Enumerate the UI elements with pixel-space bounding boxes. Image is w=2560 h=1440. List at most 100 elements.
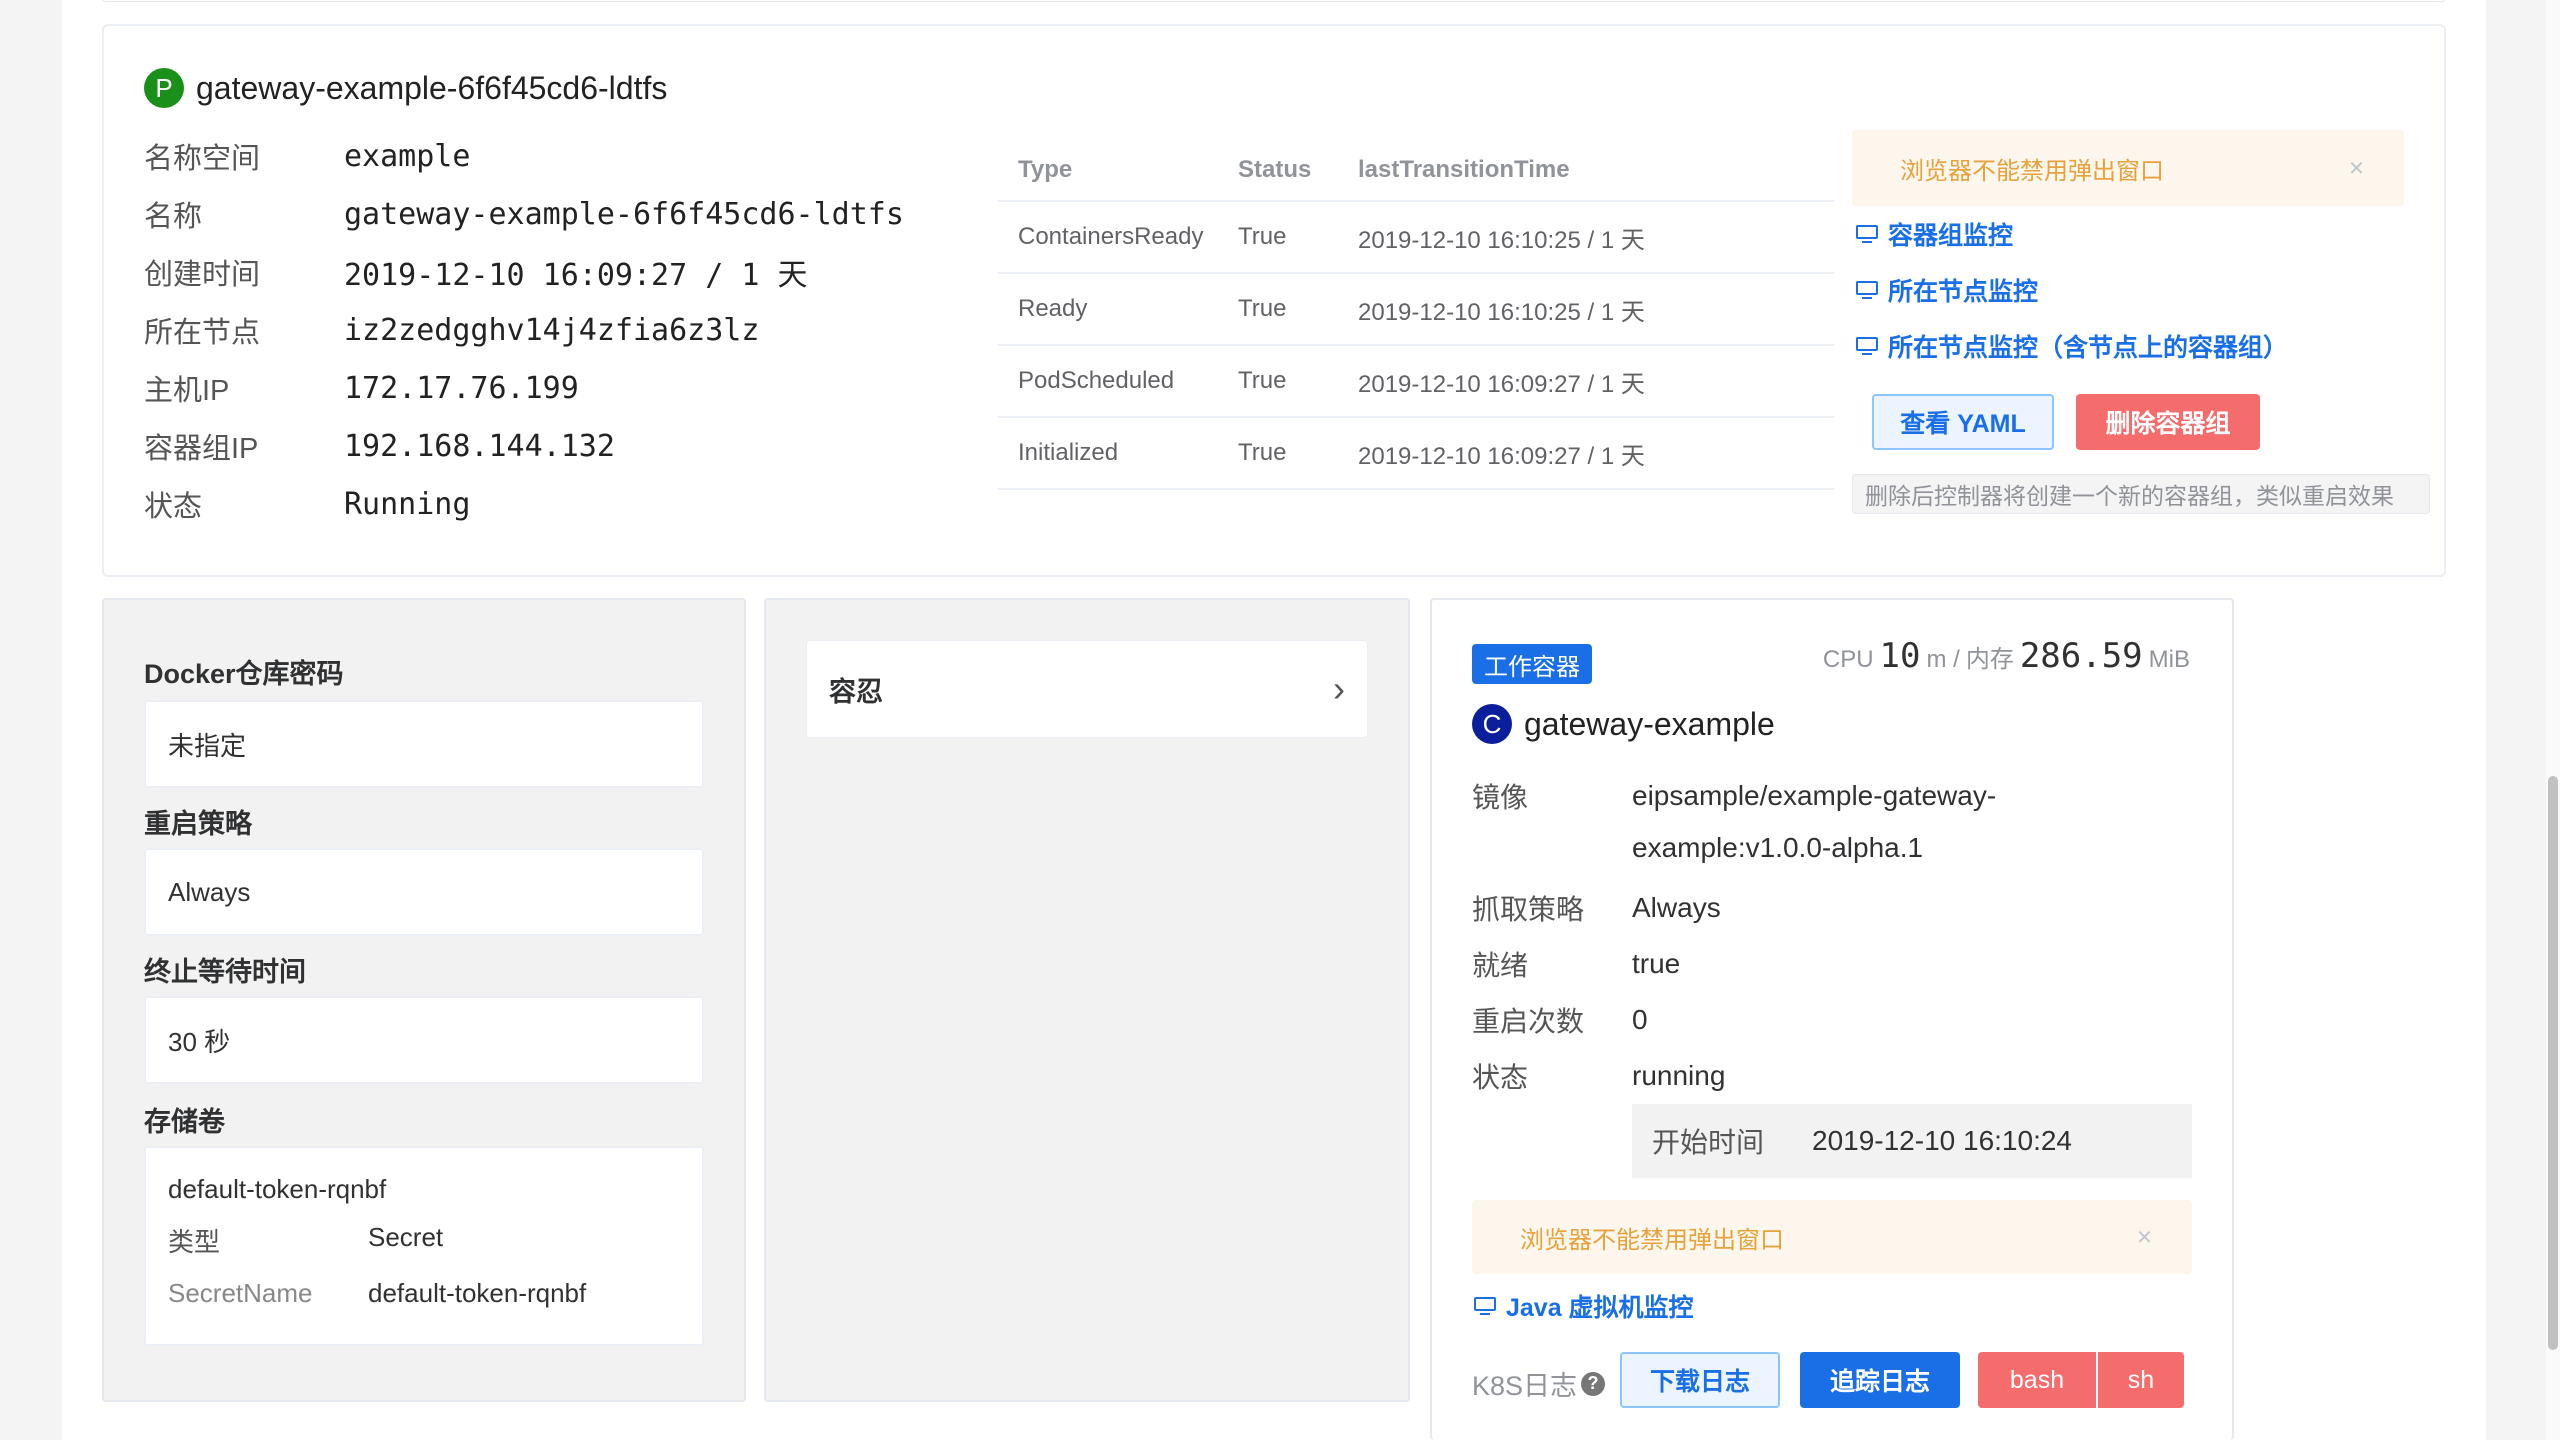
image-value-line2: example:v1.0.0-alpha.1 [1632,832,1924,863]
secret-name-value: default-token-rqnbf [368,1278,587,1308]
cell-type: Initialized [1018,439,1119,466]
container-start-time: 开始时间 2019-12-10 16:10:24 [1632,1104,2192,1178]
k8s-log-label: K8S日志 ? [1472,1364,1606,1403]
container-image-cont: example:v1.0.0-alpha.1 [1632,832,1923,864]
link-node-monitor[interactable]: 所在节点监控 [1856,272,2038,308]
link-label: Java 虚拟机监控 [1506,1294,1694,1322]
field-value: 2019-12-10 16:09:27 / 1 天 [344,258,808,293]
field-value: 192.168.144.132 [344,428,615,464]
volume-name-value: default-token-rqnbf [168,1174,387,1204]
delete-pod-button[interactable]: 删除容器组 [2076,394,2260,450]
cell-type: PodScheduled [1018,367,1175,394]
cell-time: 2019-12-10 16:09:27 / 1 天 [1358,370,1645,398]
popup-warning-alert: 浏览器不能禁用弹出窗口 × [1852,130,2404,206]
container-badge: C [1472,704,1512,744]
monitor-icon [1856,225,1878,243]
cpu-label: CPU [1822,646,1874,673]
work-container-tag: 工作容器 [1472,644,1592,684]
field-label: 创建时间 [144,259,261,291]
container-ready: 就绪 true [1472,944,1680,984]
field-value: iz2zedgghv14j4zfia6z3lz [344,312,760,348]
link-label: 容器组监控 [1888,222,2014,250]
previous-card-edge [102,0,2446,2]
pull-policy-value: Always [1632,892,1721,923]
pod-title: P gateway-example-6f6f45cd6-ldtfs [144,66,667,110]
pull-policy-label: 抓取策略 [1472,894,1585,925]
field-label: 容器组IP [144,433,259,465]
close-icon[interactable]: × [2349,153,2364,184]
restart-policy-value: Always [144,848,704,936]
sh-terminal-button[interactable]: sh [2098,1352,2184,1408]
table-row: ContainersReady True 2019-12-10 16:10:25… [998,202,1834,274]
link-jvm-monitor[interactable]: Java 虚拟机监控 [1474,1288,1694,1324]
docker-secret-label: Docker仓库密码 [144,659,344,689]
monitor-icon [1856,281,1878,299]
field-label: 名称空间 [144,143,261,175]
start-time-label: 开始时间 [1652,1127,1765,1158]
container-popup-alert: 浏览器不能禁用弹出窗口 × [1472,1200,2192,1274]
table-row: PodScheduled True 2019-12-10 16:09:27 / … [998,346,1834,418]
tolerations-collapse[interactable]: 容忍 › [806,640,1368,738]
download-log-button[interactable]: 下载日志 [1620,1352,1780,1408]
restart-policy-label: 重启策略 [144,809,252,839]
pod-status-badge: P [144,68,184,108]
cell-time: 2019-12-10 16:10:25 / 1 天 [1358,298,1645,326]
container-name: gateway-example [1524,705,1775,742]
container-state: 状态 running [1472,1056,1725,1096]
image-value-line1: eipsample/example-gateway- [1632,780,1997,811]
monitor-icon [1856,337,1878,355]
secret-name-label: SecretName [168,1278,313,1308]
ready-label: 就绪 [1472,950,1529,981]
container-restarts: 重启次数 0 [1472,1000,1648,1040]
header-time: lastTransitionTime [1358,156,1570,183]
field-namespace: 名称空间 example [144,136,470,176]
link-label: 所在节点监控 [1888,278,2039,306]
help-icon[interactable]: ? [1581,1371,1606,1396]
cell-time: 2019-12-10 16:09:27 / 1 天 [1358,442,1645,470]
cell-status: True [1238,295,1287,322]
cpu-unit: m / [1926,646,1960,673]
link-pod-monitor[interactable]: 容器组监控 [1856,216,2013,252]
cell-type: ContainersReady [1018,223,1204,250]
field-value: example [344,138,471,174]
field-pod-ip: 容器组IP 192.168.144.132 [144,426,615,466]
alert-text: 浏览器不能禁用弹出窗口 [1520,1226,1784,1254]
bash-terminal-button[interactable]: bash [1978,1352,2096,1408]
view-yaml-button[interactable]: 查看 YAML [1872,394,2054,450]
docker-secret-value: 未指定 [144,700,704,788]
cell-type: Ready [1018,295,1088,322]
restart-count-label: 重启次数 [1472,1006,1585,1037]
tolerations-label: 容忍 [829,676,883,707]
container-pull-policy: 抓取策略 Always [1472,888,1721,928]
field-status: 状态 Running [144,484,470,524]
volume-type-value: Secret [368,1222,444,1252]
memory-label: 内存 [1965,646,2014,673]
cell-status: True [1238,223,1287,250]
close-icon[interactable]: × [2137,1222,2152,1253]
field-label: 状态 [144,491,203,523]
state-label: 状态 [1472,1062,1529,1093]
field-name: 名称 gateway-example-6f6f45cd6-ldtfs [144,194,904,234]
image-label: 镜像 [1472,782,1529,813]
volume-card: default-token-rqnbf 类型 Secret SecretName… [144,1146,704,1346]
cpu-value: 10 [1879,636,1921,676]
volume-type-label: 类型 [168,1227,221,1257]
field-value: gateway-example-6f6f45cd6-ldtfs [344,196,904,232]
memory-unit: MiB [2148,646,2190,673]
field-value: 172.17.76.199 [344,370,579,406]
grace-period-value: 30 秒 [144,996,704,1084]
scrollbar-thumb[interactable] [2548,776,2558,1350]
volume-name: default-token-rqnbf [168,1174,386,1205]
trace-log-button[interactable]: 追踪日志 [1800,1352,1960,1408]
table-row: Initialized True 2019-12-10 16:09:27 / 1… [998,418,1834,490]
delete-hint: 删除后控制器将创建一个新的容器组，类似重启效果 [1852,474,2430,514]
field-label: 主机IP [144,375,230,407]
link-node-monitor-with-pods[interactable]: 所在节点监控（含节点上的容器组） [1856,328,2288,364]
volume-type: 类型 Secret [168,1222,443,1259]
table-row: Ready True 2019-12-10 16:10:25 / 1 天 [998,274,1834,346]
field-label: 名称 [144,201,203,233]
field-created: 创建时间 2019-12-10 16:09:27 / 1 天 [144,252,808,293]
volume-secret-name: SecretName default-token-rqnbf [168,1278,586,1309]
link-label: 所在节点监控（含节点上的容器组） [1888,334,2289,362]
restart-count-value: 0 [1632,1004,1648,1035]
